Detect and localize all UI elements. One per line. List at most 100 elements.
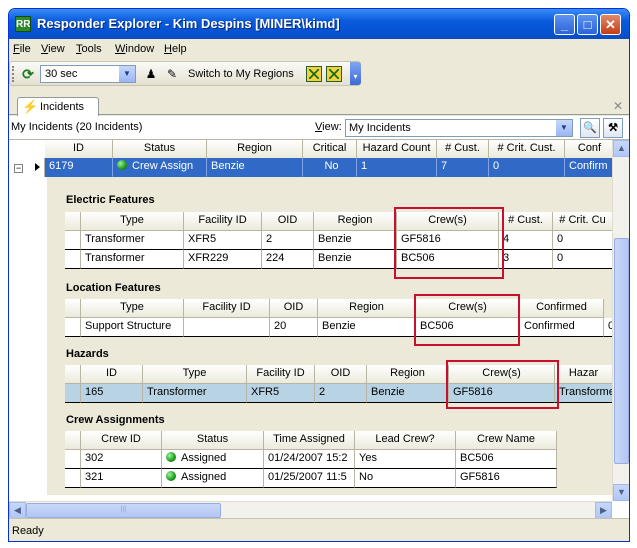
annotation-highlight-box	[394, 207, 504, 279]
electric-header-row: Type Facility ID OID Region Crew(s) # Cu…	[65, 212, 613, 231]
maximize-button[interactable]: □	[577, 14, 598, 35]
chevron-down-icon[interactable]: ▼	[556, 120, 572, 136]
scroll-left-icon[interactable]: ◀	[9, 502, 26, 519]
col-crew-id[interactable]: Crew ID	[81, 431, 162, 450]
col-critical[interactable]: Critical	[303, 140, 357, 159]
map-pan-icon[interactable]	[326, 66, 342, 82]
row-selector[interactable]	[65, 231, 81, 250]
status-bar: Ready	[9, 518, 629, 541]
col-oid[interactable]: OID	[315, 365, 367, 384]
incident-status-text: Crew Assign	[132, 160, 194, 172]
cell-region: Benzie	[314, 250, 397, 269]
cell-type: Transformer	[81, 231, 184, 250]
scroll-down-icon[interactable]: ▼	[613, 484, 629, 501]
title-bar[interactable]: RR Responder Explorer - Kim Despins [MIN…	[9, 9, 629, 39]
menu-tools[interactable]: Tools	[76, 43, 102, 55]
cell-type: Transformer	[81, 250, 184, 269]
col-conf[interactable]: Conf	[565, 140, 615, 159]
view-select[interactable]: My Incidents ▼	[345, 119, 573, 137]
menu-file[interactable]: File	[13, 43, 31, 55]
col-status[interactable]: Status	[162, 431, 264, 450]
edit-form-icon[interactable]: ✎	[164, 66, 180, 82]
cell-crew-name: GF5816	[456, 469, 557, 488]
switch-regions-button[interactable]: Switch to My Regions	[188, 68, 294, 80]
col-facility-id[interactable]: Facility ID	[184, 299, 270, 318]
tab-incidents[interactable]: ⚡ Incidents	[17, 97, 99, 116]
col-facility-id[interactable]: Facility ID	[247, 365, 315, 384]
refresh-interval-select[interactable]: 30 sec ▼	[40, 65, 136, 83]
col-type[interactable]: Type	[81, 299, 184, 318]
table-row[interactable]: Transformer XFR5 2 Benzie GF5816 4 0	[65, 231, 613, 250]
minimize-button[interactable]: _	[554, 14, 575, 35]
row-selector[interactable]	[65, 450, 81, 469]
horizontal-scrollbar[interactable]: ◀ ||| ▶	[9, 501, 612, 519]
row-selector[interactable]	[65, 250, 81, 269]
menu-window[interactable]: Window	[115, 43, 154, 55]
table-row[interactable]: 321 Assigned 01/25/2007 11:5 No GF5816	[65, 469, 557, 488]
col-oid[interactable]: OID	[270, 299, 318, 318]
table-row[interactable]: Support Structure 20 Benzie BC506 Confir…	[65, 318, 613, 337]
table-row[interactable]: Transformer XFR229 224 Benzie BC506 3 0	[65, 250, 613, 269]
view-bar: My Incidents (20 Incidents) View: My Inc…	[9, 116, 629, 140]
incident-cust: 7	[437, 158, 489, 177]
incident-crit-cust: 0	[489, 158, 565, 177]
col-id[interactable]: ID	[45, 140, 113, 159]
location-features-title: Location Features	[66, 282, 161, 294]
col-cust[interactable]: # Cust.	[499, 212, 553, 231]
table-row[interactable]: 302 Assigned 01/24/2007 15:2 Yes BC506	[65, 450, 557, 469]
menu-view[interactable]: View	[41, 43, 65, 55]
col-facility-id[interactable]: Facility ID	[184, 212, 262, 231]
close-tab-icon[interactable]: ✕	[613, 99, 623, 113]
col-hazard-count[interactable]: Hazard Count	[357, 140, 437, 159]
toolbar-overflow-button[interactable]: ▾	[350, 62, 361, 85]
user-icon[interactable]: ♟	[143, 66, 159, 82]
col-hazard-type[interactable]: Hazar	[555, 365, 613, 384]
cell-type: Support Structure	[81, 318, 184, 337]
scroll-right-icon[interactable]: ▶	[595, 502, 612, 519]
col-type[interactable]: Type	[81, 212, 184, 231]
menu-help[interactable]: Help	[164, 43, 187, 55]
col-region[interactable]: Region	[314, 212, 397, 231]
tab-incidents-label: Incidents	[40, 101, 85, 113]
annotation-highlight-box	[414, 294, 520, 346]
cell-facility-id: XFR5	[247, 384, 315, 403]
filter-icon[interactable]: ⚒	[603, 118, 623, 138]
vertical-scrollbar[interactable]: ▲ ▼	[612, 140, 629, 501]
close-button[interactable]: ✕	[600, 14, 621, 35]
col-id[interactable]: ID	[81, 365, 143, 384]
map-zoom-icon[interactable]	[306, 66, 322, 82]
horizontal-scroll-thumb[interactable]: |||	[26, 503, 221, 518]
col-time-assigned[interactable]: Time Assigned	[264, 431, 355, 450]
status-dot-icon	[166, 471, 176, 481]
toolbar-grip[interactable]	[12, 66, 15, 82]
cell-cust: 3	[499, 250, 553, 269]
col-status[interactable]: Status	[113, 140, 207, 159]
cell-crew-id: 302	[81, 450, 162, 469]
app-window: RR Responder Explorer - Kim Despins [MIN…	[8, 8, 630, 542]
chevron-down-icon[interactable]: ▼	[119, 66, 135, 82]
incident-row[interactable]: 6179 Crew Assign Benzie No 1 7 0 Confirm	[9, 158, 629, 177]
row-selector[interactable]	[65, 318, 81, 337]
col-confirmed[interactable]: Confirmed	[520, 299, 604, 318]
col-crit-cust[interactable]: # Crit. Cust.	[489, 140, 565, 159]
refresh-icon[interactable]: ⟳	[20, 66, 36, 82]
find-icon[interactable]: 🔍	[580, 118, 600, 138]
document-tabs: ⚡ Incidents ✕	[9, 97, 629, 116]
row-selector-header	[65, 365, 81, 384]
row-selector[interactable]	[65, 384, 81, 403]
col-crew-name[interactable]: Crew Name	[456, 431, 557, 450]
col-region[interactable]: Region	[367, 365, 449, 384]
col-region[interactable]: Region	[318, 299, 416, 318]
row-selector[interactable]	[65, 469, 81, 488]
col-lead-crew[interactable]: Lead Crew?	[355, 431, 456, 450]
scroll-up-icon[interactable]: ▲	[613, 140, 629, 157]
col-type[interactable]: Type	[143, 365, 247, 384]
view-label: View:	[315, 121, 342, 133]
col-cust[interactable]: # Cust.	[437, 140, 489, 159]
col-crit-cust[interactable]: # Crit. Cu	[553, 212, 613, 231]
cell-oid: 224	[262, 250, 314, 269]
vertical-scroll-thumb[interactable]	[614, 238, 629, 464]
col-region[interactable]: Region	[207, 140, 303, 159]
cell-time-assigned: 01/25/2007 11:5	[264, 469, 355, 488]
col-oid[interactable]: OID	[262, 212, 314, 231]
